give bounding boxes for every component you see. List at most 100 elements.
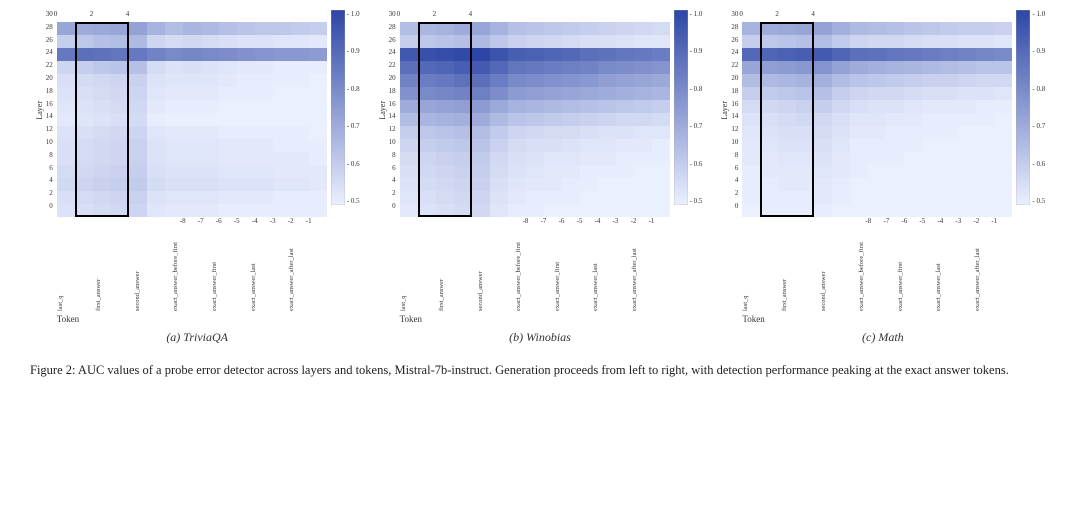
x-label: last_q (57, 231, 96, 311)
top-ticks-container-b: 0 2 4 (400, 10, 670, 22)
colorbar-tick: - 0.7 (690, 122, 703, 130)
top-ticks-container-a: 024 (57, 10, 327, 22)
bottom-tick: -5 (234, 217, 240, 225)
bottom-ticks-container-b: -8-7-6-5-4-3-2-1 (400, 217, 670, 229)
top-tick: 0 (739, 10, 743, 18)
y-tick: 30 (46, 10, 53, 18)
top-tick: 2 (775, 10, 779, 18)
heatmap-c (742, 22, 1012, 217)
figures-row: Layer302826242220181614121086420024-8-7-… (20, 10, 1060, 345)
heatmap-col-b: 024-8-7-6-5-4-3-2-1last_qfirst_answersec… (400, 10, 670, 324)
y-tick: 2 (46, 189, 53, 197)
heatmap-wrapper-c: Layer302826242220181614121086420024-8-7-… (720, 10, 1045, 324)
x-label: exact_answer_first (897, 231, 936, 311)
y-tick: 12 (46, 125, 53, 133)
bottom-tick: -5 (919, 217, 925, 225)
y-tick: 26 (731, 36, 738, 44)
y-tick: 16 (46, 100, 53, 108)
y-tick: 20 (46, 74, 53, 82)
y-tick: 2 (731, 189, 738, 197)
x-title-a: Token (57, 314, 327, 324)
colorbar-tick: - 1.0 (347, 10, 360, 18)
caption-b: (b) Winobias (509, 330, 571, 345)
bottom-tick: -3 (270, 217, 276, 225)
x-label: exact_answer_last (250, 231, 289, 311)
colorbar-tick: - 0.8 (1032, 85, 1045, 93)
x-title-b: Token (400, 314, 670, 324)
bottom-tick: -8 (180, 217, 186, 225)
bottom-tick: -3 (955, 217, 961, 225)
top-tick: 0 (54, 10, 58, 18)
top-tick: 2 (90, 10, 94, 18)
heatmap-b (400, 22, 670, 217)
x-label: first_answer (781, 231, 820, 311)
y-tick: 26 (46, 36, 53, 44)
bottom-tick: -2 (288, 217, 294, 225)
y-tick: 4 (46, 176, 53, 184)
y-tick: 12 (389, 125, 396, 133)
top-tick: 4 (469, 10, 473, 18)
y-tick: 24 (731, 48, 738, 56)
colorbar-tick: - 1.0 (690, 10, 703, 18)
y-tick: 0 (731, 202, 738, 210)
bottom-tick: -1 (991, 217, 997, 225)
colorbar-tick: - 0.5 (1032, 197, 1045, 205)
bottom-tick: -7 (883, 217, 889, 225)
figure-a: Layer302826242220181614121086420024-8-7-… (35, 10, 360, 345)
x-label: exact_answer_after_last (631, 231, 670, 311)
top-tick: 0 (397, 10, 401, 18)
y-tick: 22 (46, 61, 53, 69)
svg-container-a (57, 22, 327, 217)
y-tick: 28 (731, 23, 738, 31)
y-tick: 28 (46, 23, 53, 31)
y-tick: 20 (389, 74, 396, 82)
y-tick: 0 (389, 202, 396, 210)
colorbar-c: - 1.0- 0.9- 0.8- 0.7- 0.6- 0.5 (1016, 10, 1045, 205)
x-label: exact_answer_after_last (288, 231, 327, 311)
bottom-tick: -5 (577, 217, 583, 225)
y-axis-c: Layer302826242220181614121086420 (720, 10, 740, 210)
y-ticks-b: 302826242220181614121086420 (389, 10, 396, 210)
y-tick: 0 (46, 202, 53, 210)
bottom-tick: -7 (198, 217, 204, 225)
bottom-tick: -8 (523, 217, 529, 225)
y-tick: 14 (46, 112, 53, 120)
bottom-tick: -8 (865, 217, 871, 225)
x-label: exact_answer_before_first (858, 231, 897, 311)
x-labels-c: last_qfirst_answersecond_answerexact_ans… (742, 231, 1012, 311)
y-tick: 26 (389, 36, 396, 44)
y-ticks-a: 302826242220181614121086420 (46, 10, 53, 210)
bottom-ticks-container-a: -8-7-6-5-4-3-2-1 (57, 217, 327, 229)
colorbar-tick: - 0.7 (347, 122, 360, 130)
x-label: exact_answer_last (935, 231, 974, 311)
bottom-tick: -1 (649, 217, 655, 225)
y-tick: 18 (389, 87, 396, 95)
x-label: exact_answer_before_first (515, 231, 554, 311)
top-tick: 4 (811, 10, 815, 18)
y-ticks-c: 302826242220181614121086420 (731, 10, 738, 210)
x-label: first_answer (95, 231, 134, 311)
y-tick: 16 (389, 100, 396, 108)
colorbar-svg-a (331, 10, 345, 205)
bottom-tick: -3 (613, 217, 619, 225)
y-tick: 14 (731, 112, 738, 120)
x-label: exact_answer_last (592, 231, 631, 311)
y-label-b: Layer (378, 101, 387, 120)
x-label: first_answer (438, 231, 477, 311)
y-tick: 22 (731, 61, 738, 69)
x-title-c: Token (742, 314, 1012, 324)
y-tick: 24 (46, 48, 53, 56)
x-label: last_q (400, 231, 439, 311)
colorbar-tick: - 0.9 (1032, 47, 1045, 55)
y-tick: 28 (389, 23, 396, 31)
svg-container-b (400, 22, 670, 217)
heatmap-col-c: 024-8-7-6-5-4-3-2-1last_qfirst_answersec… (742, 10, 1012, 324)
bottom-tick: -2 (631, 217, 637, 225)
top-tick: 2 (433, 10, 437, 18)
svg-container-c (742, 22, 1012, 217)
colorbar-ticks-a: - 1.0- 0.9- 0.8- 0.7- 0.6- 0.5 (347, 10, 360, 205)
y-tick: 8 (389, 151, 396, 159)
y-label-c: Layer (720, 101, 729, 120)
y-tick: 16 (731, 100, 738, 108)
colorbar-tick: - 0.9 (347, 47, 360, 55)
